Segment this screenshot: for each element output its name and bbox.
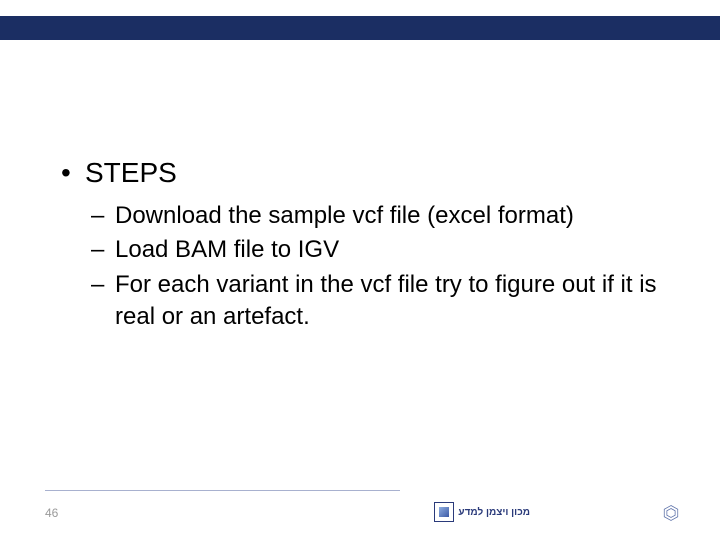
hexagon-icon (662, 504, 680, 522)
bullet-list: STEPS Download the sample vcf file (exce… (55, 155, 660, 334)
bullet-heading: STEPS (85, 157, 177, 188)
sub-item: For each variant in the vcf file try to … (85, 269, 660, 334)
institute-logo: מכון ויצמן למדע (434, 502, 530, 522)
sub-list: Download the sample vcf file (excel form… (85, 200, 660, 334)
slide-footer: 46 מכון ויצמן למדע (0, 490, 720, 520)
slide-content: STEPS Download the sample vcf file (exce… (55, 155, 660, 336)
logo-mark-icon (434, 502, 454, 522)
sub-item: Download the sample vcf file (excel form… (85, 200, 660, 232)
footer-divider (45, 490, 400, 491)
footer-right-block (656, 504, 680, 522)
sub-item: Load BAM file to IGV (85, 234, 660, 266)
bullet-item: STEPS Download the sample vcf file (exce… (55, 155, 660, 334)
page-number: 46 (45, 506, 58, 520)
logo-text: מכון ויצמן למדע (458, 507, 530, 518)
title-bar (0, 16, 720, 40)
